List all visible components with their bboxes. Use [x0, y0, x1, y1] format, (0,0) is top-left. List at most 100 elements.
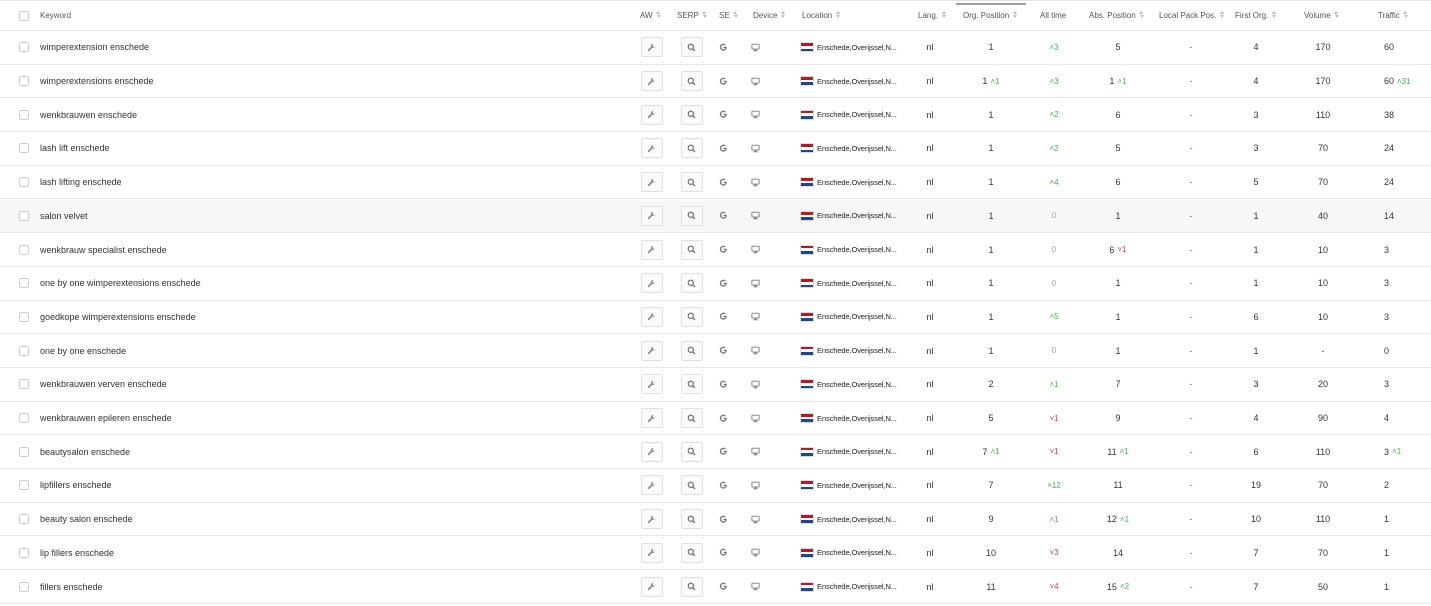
keyword-text[interactable]: wenkbrauwen verven enschede — [40, 368, 167, 401]
aw-button[interactable] — [640, 435, 663, 468]
serp-button[interactable] — [680, 233, 703, 266]
aw-button[interactable] — [640, 301, 663, 334]
row-checkbox[interactable] — [19, 402, 29, 435]
serp-button[interactable] — [680, 98, 703, 131]
column-header-keyword[interactable]: Keyword — [40, 1, 71, 30]
table-row[interactable]: fillers enschede Enschede,Overijssel,N..… — [0, 570, 1431, 604]
serp-button[interactable] — [680, 301, 703, 334]
row-checkbox[interactable] — [19, 334, 29, 367]
keyword-text[interactable]: one by one wimperextensions enschede — [40, 267, 201, 300]
column-header-abs-position[interactable]: Abs. Position — [1089, 1, 1144, 30]
table-row[interactable]: salon velvet Enschede,Overijssel,N... nl… — [0, 199, 1431, 234]
row-checkbox[interactable] — [19, 570, 29, 603]
keyword-text[interactable]: beautysalon enschede — [40, 435, 130, 468]
aw-button[interactable] — [640, 233, 663, 266]
keyword-text[interactable]: goedkope wimperextensions enschede — [40, 301, 196, 334]
keyword-text[interactable]: beauty salon enschede — [40, 503, 133, 536]
keyword-text[interactable]: lash lifting enschede — [40, 166, 122, 199]
column-header-all-time[interactable]: All time — [1040, 1, 1066, 30]
table-row[interactable]: lipfillers enschede Enschede,Overijssel,… — [0, 469, 1431, 503]
serp-button[interactable] — [680, 469, 703, 502]
keyword-text[interactable]: lash lift enschede — [40, 132, 110, 165]
table-row[interactable]: one by one wimperextensions enschede Ens… — [0, 266, 1431, 301]
serp-button[interactable] — [680, 334, 703, 367]
row-checkbox[interactable] — [19, 537, 29, 570]
table-row[interactable]: one by one enschede Enschede,Overijssel,… — [0, 334, 1431, 368]
table-row[interactable]: lash lift enschede Enschede,Overijssel,N… — [0, 132, 1431, 166]
keyword-text[interactable]: wenkbrauwen enschede — [40, 98, 137, 131]
aw-button[interactable] — [640, 469, 663, 502]
serp-button[interactable] — [680, 537, 703, 570]
aw-button[interactable] — [640, 267, 663, 300]
serp-button[interactable] — [680, 503, 703, 536]
row-checkbox[interactable] — [19, 301, 29, 334]
serp-button[interactable] — [680, 267, 703, 300]
table-row[interactable]: beautysalon enschede Enschede,Overijssel… — [0, 435, 1431, 470]
serp-button[interactable] — [680, 435, 703, 468]
aw-button[interactable] — [640, 166, 663, 199]
table-row[interactable]: lash lifting enschede Enschede,Overijsse… — [0, 165, 1431, 200]
column-header-volume[interactable]: Volume — [1304, 1, 1339, 30]
column-header-traffic[interactable]: Traffic — [1378, 1, 1408, 30]
table-row[interactable]: wimperextensions enschede Enschede,Overi… — [0, 64, 1431, 99]
table-row[interactable]: wenkbrauwen epileren enschede Enschede,O… — [0, 401, 1431, 436]
row-checkbox[interactable] — [19, 132, 29, 165]
column-header-device[interactable]: Device — [753, 1, 786, 30]
aw-button[interactable] — [640, 368, 663, 401]
aw-button[interactable] — [640, 31, 663, 64]
table-row[interactable]: lip fillers enschede Enschede,Overijssel… — [0, 536, 1431, 571]
table-row[interactable]: wenkbrauwen enschede Enschede,Overijssel… — [0, 98, 1431, 133]
keyword-text[interactable]: salon velvet — [40, 200, 88, 233]
column-header-serp[interactable]: SERP — [677, 1, 707, 30]
table-row[interactable]: wenkbrauw specialist enschede Enschede,O… — [0, 233, 1431, 267]
keyword-text[interactable]: fillers enschede — [40, 570, 103, 603]
serp-button[interactable] — [680, 166, 703, 199]
column-header-se[interactable]: SE — [719, 1, 738, 30]
keyword-text[interactable]: wimperextensions enschede — [40, 65, 154, 98]
aw-button[interactable] — [640, 570, 663, 603]
serp-button[interactable] — [680, 200, 703, 233]
row-checkbox[interactable] — [19, 233, 29, 266]
serp-button[interactable] — [680, 570, 703, 603]
table-row[interactable]: beauty salon enschede Enschede,Overijsse… — [0, 502, 1431, 537]
row-checkbox[interactable] — [19, 435, 29, 468]
row-checkbox[interactable] — [19, 503, 29, 536]
table-row[interactable]: goedkope wimperextensions enschede Ensch… — [0, 300, 1431, 335]
column-header-location[interactable]: Location — [802, 1, 841, 30]
keyword-text[interactable]: lip fillers enschede — [40, 537, 114, 570]
row-checkbox[interactable] — [19, 65, 29, 98]
serp-button[interactable] — [680, 31, 703, 64]
aw-button[interactable] — [640, 132, 663, 165]
keyword-text[interactable]: lipfillers enschede — [40, 469, 112, 502]
keyword-text[interactable]: wimperextension enschede — [40, 31, 149, 64]
aw-button[interactable] — [640, 503, 663, 536]
aw-button[interactable] — [640, 334, 663, 367]
serp-button[interactable] — [680, 132, 703, 165]
select-all-checkbox[interactable] — [19, 1, 29, 30]
row-checkbox[interactable] — [19, 166, 29, 199]
row-checkbox[interactable] — [19, 368, 29, 401]
aw-button[interactable] — [640, 65, 663, 98]
row-checkbox[interactable] — [19, 31, 29, 64]
column-header-aw[interactable]: AW — [640, 1, 661, 30]
aw-button[interactable] — [640, 537, 663, 570]
table-row[interactable]: wimperextension enschede Enschede,Overij… — [0, 31, 1431, 65]
keyword-text[interactable]: one by one enschede — [40, 334, 126, 367]
column-header-org-position[interactable]: Org. Position — [963, 1, 1018, 30]
aw-button[interactable] — [640, 402, 663, 435]
aw-button[interactable] — [640, 98, 663, 131]
row-checkbox[interactable] — [19, 469, 29, 502]
keyword-text[interactable]: wenkbrauwen epileren enschede — [40, 402, 172, 435]
aw-button[interactable] — [640, 200, 663, 233]
serp-button[interactable] — [680, 368, 703, 401]
column-header-local-pack[interactable]: Local Pack Pos. — [1159, 1, 1225, 30]
serp-button[interactable] — [680, 402, 703, 435]
row-checkbox[interactable] — [19, 98, 29, 131]
row-checkbox[interactable] — [19, 267, 29, 300]
column-header-lang[interactable]: Lang. — [918, 1, 947, 30]
keyword-text[interactable]: wenkbrauw specialist enschede — [40, 233, 167, 266]
serp-button[interactable] — [680, 65, 703, 98]
column-header-first-org[interactable]: First Org. — [1235, 1, 1277, 30]
table-row[interactable]: wenkbrauwen verven enschede Enschede,Ove… — [0, 368, 1431, 402]
row-checkbox[interactable] — [19, 200, 29, 233]
